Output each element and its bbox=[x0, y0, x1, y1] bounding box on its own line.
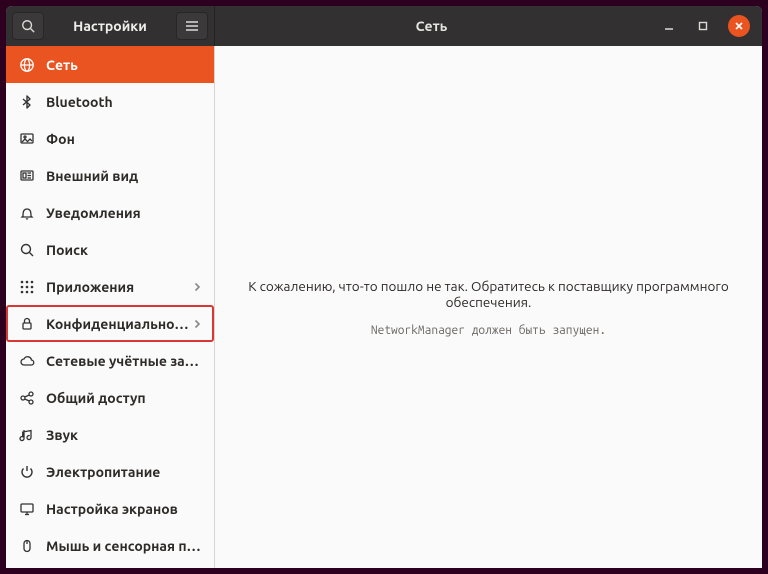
sidebar-item-label: Фон bbox=[46, 131, 202, 147]
search-icon bbox=[18, 241, 36, 259]
error-detail: NetworkManager должен быть запущен. bbox=[371, 324, 606, 337]
cloud-icon bbox=[18, 352, 36, 370]
error-message: К сожалению, что-то пошло не так. Обрати… bbox=[235, 278, 742, 310]
titlebar-right: Сеть bbox=[215, 6, 762, 46]
menu-button[interactable] bbox=[176, 12, 208, 40]
sidebar-item-bluetooth[interactable]: Bluetooth bbox=[6, 83, 214, 120]
titlebar: Настройки Сеть bbox=[6, 6, 762, 46]
chevron-right-icon bbox=[192, 282, 202, 292]
background-icon bbox=[18, 130, 36, 148]
sidebar: Сеть Bluetooth Фон Внешний вид Уведомления По… bbox=[6, 46, 215, 568]
maximize-button[interactable] bbox=[694, 17, 712, 35]
minimize-icon bbox=[664, 21, 674, 31]
hamburger-icon bbox=[185, 20, 199, 32]
power-icon bbox=[18, 463, 36, 481]
bluetooth-icon bbox=[18, 93, 36, 111]
chevron-right-icon bbox=[192, 319, 202, 329]
sidebar-item-label: Звук bbox=[46, 427, 202, 443]
sidebar-item-приложения[interactable]: Приложения bbox=[6, 268, 214, 305]
sidebar-item-уведомления[interactable]: Уведомления bbox=[6, 194, 214, 231]
sidebar-item-сеть[interactable]: Сеть bbox=[6, 46, 214, 83]
sidebar-item-label: Внешний вид bbox=[46, 168, 202, 184]
search-button[interactable] bbox=[12, 12, 44, 40]
sidebar-item-общий-доступ[interactable]: Общий доступ bbox=[6, 379, 214, 416]
sidebar-item-настройка-экранов[interactable]: Настройка экранов bbox=[6, 490, 214, 527]
lock-icon bbox=[18, 315, 36, 333]
titlebar-left: Настройки bbox=[6, 6, 215, 46]
sidebar-item-конфиденциальность[interactable]: Конфиденциальность bbox=[6, 305, 214, 342]
minimize-button[interactable] bbox=[660, 17, 678, 35]
apps-icon bbox=[18, 278, 36, 296]
window-body: Сеть Bluetooth Фон Внешний вид Уведомления По… bbox=[6, 46, 762, 568]
sound-icon bbox=[18, 426, 36, 444]
sidebar-item-label: Общий доступ bbox=[46, 390, 202, 406]
sidebar-item-внешний-вид[interactable]: Внешний вид bbox=[6, 157, 214, 194]
sidebar-item-label: Уведомления bbox=[46, 205, 202, 221]
window-controls bbox=[648, 15, 762, 37]
sidebar-item-label: Конфиденциальность bbox=[46, 316, 192, 332]
sidebar-title: Настройки bbox=[44, 18, 176, 34]
sidebar-item-label: Сеть bbox=[46, 57, 202, 73]
display-icon bbox=[18, 500, 36, 518]
sidebar-item-label: Настройка экранов bbox=[46, 501, 202, 517]
page-title: Сеть bbox=[215, 18, 648, 34]
close-icon bbox=[734, 21, 744, 31]
sidebar-item-поиск[interactable]: Поиск bbox=[6, 231, 214, 268]
bell-icon bbox=[18, 204, 36, 222]
sidebar-item-label: Электропитание bbox=[46, 464, 202, 480]
sidebar-item-label: Поиск bbox=[46, 242, 202, 258]
share-icon bbox=[18, 389, 36, 407]
maximize-icon bbox=[698, 21, 708, 31]
sidebar-item-label: Мышь и сенсорная панель bbox=[46, 538, 202, 554]
sidebar-item-звук[interactable]: Звук bbox=[6, 416, 214, 453]
sidebar-item-электропитание[interactable]: Электропитание bbox=[6, 453, 214, 490]
appearance-icon bbox=[18, 167, 36, 185]
settings-window: Настройки Сеть bbox=[6, 6, 762, 568]
content-pane: К сожалению, что-то пошло не так. Обрати… bbox=[215, 46, 762, 568]
sidebar-item-label: Bluetooth bbox=[46, 94, 202, 110]
close-button[interactable] bbox=[728, 15, 750, 37]
mouse-icon bbox=[18, 537, 36, 555]
sidebar-item-сетевые-уч-тные-записи[interactable]: Сетевые учётные записи bbox=[6, 342, 214, 379]
sidebar-item-label: Приложения bbox=[46, 279, 192, 295]
search-icon bbox=[21, 19, 35, 33]
sidebar-item-фон[interactable]: Фон bbox=[6, 120, 214, 157]
globe-icon bbox=[18, 56, 36, 74]
sidebar-item-мышь-и-сенсорная-панель[interactable]: Мышь и сенсорная панель bbox=[6, 527, 214, 564]
sidebar-item-label: Сетевые учётные записи bbox=[46, 353, 202, 369]
